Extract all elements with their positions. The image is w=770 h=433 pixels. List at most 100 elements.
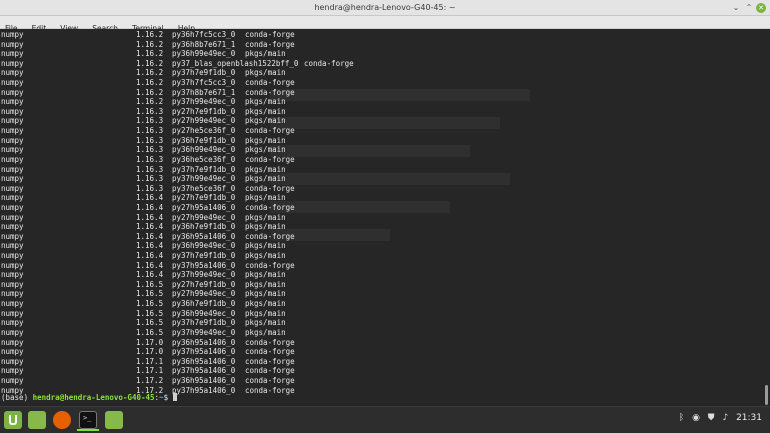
- maximize-button[interactable]: ⌃: [744, 3, 754, 13]
- minimize-button[interactable]: ⌄: [731, 3, 741, 13]
- package-build: py36h95a1406_0: [172, 375, 236, 385]
- firefox-icon[interactable]: [53, 411, 71, 429]
- package-name: numpy: [1, 270, 24, 280]
- table-row: numpy 1.16.2 py36h8b7e671_1 conda-forge: [1, 40, 770, 50]
- prompt-user-host: hendra@hendra-Lenovo-G40-45: [32, 393, 155, 402]
- package-channel: pkgs/main: [245, 222, 286, 232]
- table-row: numpy 1.16.4 py37h99e49ec_0 pkgs/main: [1, 270, 770, 280]
- package-build: py37h95a1406_0: [172, 366, 236, 376]
- folder-icon[interactable]: [105, 411, 123, 429]
- package-version: 1.17.0: [136, 337, 164, 347]
- package-build: py37h7fc5cc3_0: [172, 78, 236, 88]
- table-row: numpy 1.16.3 py36he5ce36f_0 conda-forge: [1, 155, 770, 165]
- terminal-icon[interactable]: [79, 411, 97, 429]
- package-channel: conda-forge: [245, 231, 295, 241]
- package-version: 1.16.4: [136, 193, 164, 203]
- package-build: py36h99e49ec_0: [172, 145, 236, 155]
- package-version: 1.16.4: [136, 260, 164, 270]
- package-version: 1.16.3: [136, 116, 164, 126]
- table-row: numpy 1.16.5 py36h99e49ec_0 pkgs/main: [1, 309, 770, 319]
- package-channel: pkgs/main: [245, 241, 286, 251]
- package-channel: conda-forge: [304, 58, 354, 68]
- table-row: numpy 1.17.0 py37h95a1406_0 conda-forge: [1, 347, 770, 357]
- package-channel: pkgs/main: [245, 289, 286, 299]
- package-channel: conda-forge: [245, 183, 295, 193]
- table-row: numpy 1.16.4 py36h7e9f1db_0 pkgs/main: [1, 222, 770, 232]
- package-version: 1.16.3: [136, 183, 164, 193]
- package-build: py37h99e49ec_0: [172, 270, 236, 280]
- active-window-indicator: [77, 429, 99, 431]
- table-row: numpy 1.16.3 py36h99e49ec_0 pkgs/main: [1, 145, 770, 155]
- package-version: 1.16.3: [136, 145, 164, 155]
- clock[interactable]: 21:31: [736, 413, 762, 423]
- table-row: numpy 1.16.4 py36h99e49ec_0 pkgs/main: [1, 241, 770, 251]
- package-build: py36he5ce36f_0: [172, 154, 236, 164]
- package-channel: pkgs/main: [245, 270, 286, 280]
- package-build: py27h99e49ec_0: [172, 116, 236, 126]
- volume-icon[interactable]: ♪: [722, 413, 728, 423]
- package-build: py36h95a1406_0: [172, 231, 236, 241]
- package-channel: pkgs/main: [245, 299, 286, 309]
- package-channel: pkgs/main: [245, 135, 286, 145]
- table-row: numpy 1.16.5 py36h7e9f1db_0 pkgs/main: [1, 299, 770, 309]
- package-channel: conda-forge: [245, 356, 295, 366]
- package-build: py37he5ce36f_0: [172, 183, 236, 193]
- package-build: py36h7e9f1db_0: [172, 222, 236, 232]
- package-name: numpy: [1, 347, 24, 357]
- close-button[interactable]: ✕: [756, 3, 766, 13]
- prompt-env: (base): [1, 393, 33, 402]
- package-version: 1.16.5: [136, 318, 164, 328]
- network-icon[interactable]: ◉: [692, 413, 700, 423]
- package-build: py37_blas_openblash1522bff_0: [172, 58, 299, 68]
- package-name: numpy: [1, 289, 24, 299]
- package-list: numpy 1.16.2 py36h7fc5cc3_0 conda-forge nump…: [1, 30, 770, 395]
- table-row: numpy 1.16.5 py27h99e49ec_0 pkgs/main: [1, 289, 770, 299]
- shell-prompt[interactable]: (base) hendra@hendra-Lenovo-G40-45:~$: [1, 393, 177, 402]
- package-version: 1.16.5: [136, 279, 164, 289]
- package-version: 1.16.3: [136, 154, 164, 164]
- package-name: numpy: [1, 308, 24, 318]
- package-build: py36h99e49ec_0: [172, 308, 236, 318]
- package-channel: conda-forge: [245, 260, 295, 270]
- taskbar: ᛒ ◉ ⛊ ♪ 21:31: [0, 406, 770, 433]
- package-build: py27he5ce36f_0: [172, 126, 236, 136]
- package-channel: conda-forge: [245, 202, 295, 212]
- package-name: numpy: [1, 241, 24, 251]
- package-version: 1.16.4: [136, 222, 164, 232]
- package-build: py37h8b7e671_1: [172, 87, 236, 97]
- package-name: numpy: [1, 212, 24, 222]
- bluetooth-icon[interactable]: ᛒ: [679, 413, 684, 423]
- package-name: numpy: [1, 106, 24, 116]
- package-channel: conda-forge: [245, 366, 295, 376]
- package-name: numpy: [1, 154, 24, 164]
- table-row: numpy 1.16.5 py27h7e9f1db_0 pkgs/main: [1, 280, 770, 290]
- package-name: numpy: [1, 135, 24, 145]
- package-version: 1.17.0: [136, 347, 164, 357]
- package-name: numpy: [1, 318, 24, 328]
- table-row: numpy 1.16.3 py37h7e9f1db_0 pkgs/main: [1, 165, 770, 175]
- package-channel: pkgs/main: [245, 193, 286, 203]
- package-name: numpy: [1, 87, 24, 97]
- package-channel: conda-forge: [245, 87, 295, 97]
- package-name: numpy: [1, 375, 24, 385]
- package-channel: pkgs/main: [245, 251, 286, 261]
- package-channel: pkgs/main: [245, 164, 286, 174]
- package-version: 1.16.2: [136, 39, 164, 49]
- table-row: numpy 1.16.4 py37h7e9f1db_0 pkgs/main: [1, 251, 770, 261]
- files-icon[interactable]: [28, 411, 46, 429]
- shield-icon[interactable]: ⛊: [708, 413, 715, 423]
- package-name: numpy: [1, 183, 24, 193]
- package-build: py37h7e9f1db_0: [172, 164, 236, 174]
- package-version: 1.17.2: [136, 375, 164, 385]
- menu-icon[interactable]: [4, 411, 22, 429]
- package-build: py27h7e9f1db_0: [172, 279, 236, 289]
- terminal-output[interactable]: numpy 1.16.2 py36h7fc5cc3_0 conda-forge nump…: [0, 29, 770, 406]
- table-row: numpy 1.16.3 py36h7e9f1db_0 pkgs/main: [1, 136, 770, 146]
- scrollbar-thumb[interactable]: [765, 385, 768, 405]
- package-version: 1.16.3: [136, 126, 164, 136]
- package-name: numpy: [1, 327, 24, 337]
- package-name: numpy: [1, 260, 24, 270]
- package-channel: pkgs/main: [245, 308, 286, 318]
- text-cursor: [172, 393, 177, 401]
- prompt-symbol: $: [163, 393, 173, 402]
